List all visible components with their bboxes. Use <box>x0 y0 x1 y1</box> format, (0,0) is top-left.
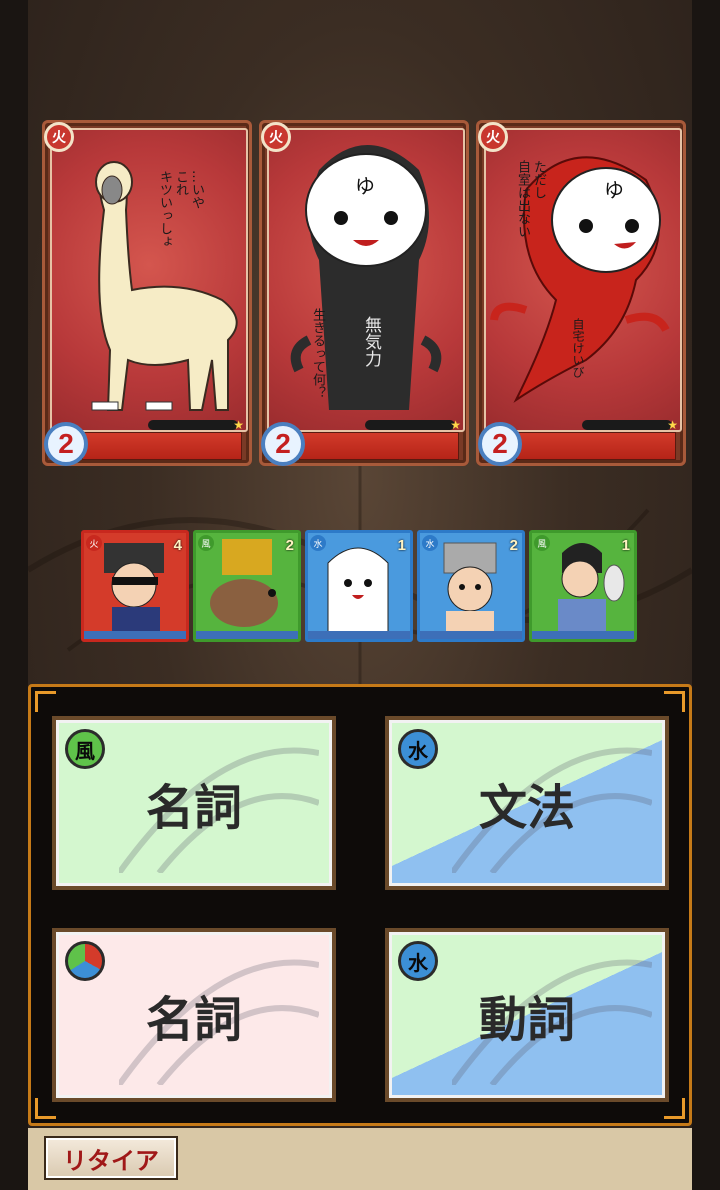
speech-line-1: 生きるって何？ <box>310 308 325 399</box>
party-member-1[interactable]: 火 4 <box>81 530 189 642</box>
water-element-icon: 水 <box>422 535 438 551</box>
panel-corner-ornament <box>664 691 685 712</box>
enemy-cost-badge: 2 <box>44 422 88 466</box>
retire-button[interactable]: リタイア <box>44 1136 178 1180</box>
choice-label: 名詞 <box>145 780 242 836</box>
alpaca-illustration <box>91 161 238 411</box>
panel-corner-ornament <box>664 1098 685 1119</box>
choice-button-4[interactable]: 水 動詞 <box>385 928 669 1102</box>
choice-button-1[interactable]: 風 名詞 <box>52 716 336 890</box>
party-level: 4 <box>173 537 182 554</box>
enemy-hp-bar <box>516 432 676 460</box>
speech-line-1: ただし <box>531 160 546 199</box>
star-icon: ★ <box>667 418 678 432</box>
party-hp-bar <box>420 631 522 639</box>
wind-element-icon: 風 <box>198 535 214 551</box>
enemy-art-jitaku: ゆ 自宅けいび ただし 自室は出ない <box>484 128 682 432</box>
choice-button-2[interactable]: 水 文法 <box>385 716 669 890</box>
party-hp-bar <box>84 631 186 639</box>
speech-line-2: これ <box>173 170 188 196</box>
choice-label: 動詞 <box>478 992 575 1048</box>
multi-element-badge <box>65 941 105 981</box>
choice-button-3[interactable]: 名詞 <box>52 928 336 1102</box>
face-text: ゆ <box>604 178 624 202</box>
fire-element-icon: 火 <box>478 122 508 152</box>
enemy-hp-bar <box>82 432 242 460</box>
water-element-icon: 水 <box>310 535 326 551</box>
turn-counter-dots <box>365 420 455 430</box>
fire-element-icon: 火 <box>44 122 74 152</box>
party-level: 2 <box>285 537 294 554</box>
party-member-4[interactable]: 水 2 <box>417 530 525 642</box>
speech-line-3: キツいっしょ <box>157 170 172 248</box>
face-text: ゆ <box>355 174 375 198</box>
wind-element-icon: 風 <box>534 535 550 551</box>
speech-line-2: 自室は出ない <box>515 160 530 238</box>
water-element-badge: 水 <box>398 729 438 769</box>
party-level: 2 <box>509 537 518 554</box>
party-member-5[interactable]: 風 1 <box>529 530 637 642</box>
party-level: 1 <box>397 537 406 554</box>
enemy-card-2[interactable]: 火 ゆ 無気力 生きるって何？ ★ 2 <box>259 120 469 466</box>
wind-element-badge: 風 <box>65 729 105 769</box>
turn-counter-dots <box>148 420 238 430</box>
enemy-card-1[interactable]: 火 …いや これ キツいっしょ ★ 2 <box>42 120 252 466</box>
star-icon: ★ <box>233 418 244 432</box>
party-hp-bar <box>196 631 298 639</box>
fire-element-icon: 火 <box>86 535 102 551</box>
party-row: 火 4 風 2 水 1 水 2 風 1 <box>53 530 637 648</box>
enemy-art-mukiryoku: ゆ 無気力 生きるって何？ <box>267 128 465 432</box>
fire-element-icon: 火 <box>261 122 291 152</box>
water-element-badge: 水 <box>398 941 438 981</box>
choice-label: 文法 <box>478 780 575 836</box>
party-hp-bar <box>532 631 634 639</box>
enemy-hp-bar <box>299 432 459 460</box>
panel-corner-ornament <box>35 691 56 712</box>
turn-counter-dots <box>582 420 672 430</box>
panel-corner-ornament <box>35 1098 56 1119</box>
enemy-cost-badge: 2 <box>478 422 522 466</box>
shirt-text: 自宅けいび <box>571 318 585 378</box>
star-icon: ★ <box>450 418 461 432</box>
party-member-3[interactable]: 水 1 <box>305 530 413 642</box>
shirt-text: 無気力 <box>361 316 381 367</box>
speech-line-1: …いや <box>189 170 204 209</box>
party-hp-bar <box>308 631 410 639</box>
choice-label: 名詞 <box>145 992 242 1048</box>
party-level: 1 <box>621 537 630 554</box>
enemy-cost-badge: 2 <box>261 422 305 466</box>
party-member-2[interactable]: 風 2 <box>193 530 301 642</box>
enemy-art-alpaca: …いや これ キツいっしょ <box>50 128 248 432</box>
enemy-card-3[interactable]: 火 ゆ 自宅けいび ただし 自室は出ない ★ 2 <box>476 120 686 466</box>
